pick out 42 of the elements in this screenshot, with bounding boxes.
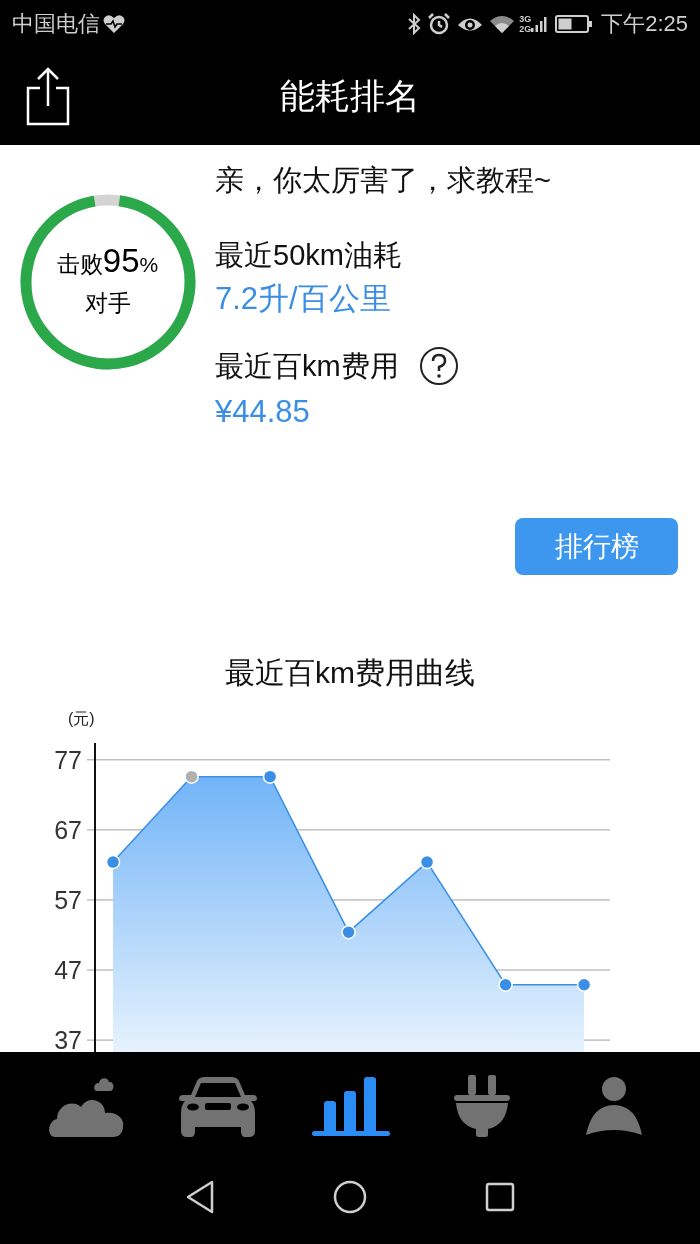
stat-value: 7.2升/百公里 (215, 280, 392, 318)
plug-icon (454, 1075, 510, 1137)
praise-text: 亲，你太厉害了，求教程~ (215, 163, 551, 198)
defeat-label: 击败 (56, 250, 103, 279)
network-label: 3G 2G (519, 13, 532, 34)
y-tick-label: 57 (54, 885, 82, 914)
y-tick-label: 47 (54, 956, 82, 984)
help-icon[interactable] (418, 346, 459, 386)
unit-label: (元) (68, 710, 95, 727)
battery-icon (555, 13, 594, 34)
data-point[interactable] (576, 977, 592, 992)
clock-time: 下午2:25 (601, 10, 688, 38)
y-tick-label: 37 (54, 1026, 82, 1052)
stat-label: 最近50km油耗 (215, 238, 402, 273)
stat-value: ¥44.85 (215, 393, 311, 431)
wifi-icon (489, 13, 516, 34)
percent-value: 95 (102, 244, 140, 277)
data-point[interactable] (105, 854, 121, 870)
chart-title: 最近百km费用曲线 (224, 655, 476, 691)
back-icon[interactable] (185, 1180, 215, 1214)
percent-sign: % (139, 253, 159, 278)
person-icon (586, 1075, 642, 1137)
data-point[interactable] (419, 854, 435, 870)
carrier-name: 中国电信 (12, 10, 100, 38)
opponents-label: 对手 (84, 288, 131, 318)
cloud-icon (47, 1075, 125, 1137)
share-button[interactable] (26, 65, 72, 127)
bar-chart-icon (310, 1075, 390, 1137)
alarm-icon (427, 11, 452, 36)
y-tick-label: 77 (54, 745, 82, 774)
data-point[interactable] (262, 769, 278, 784)
heart-pulse-icon (103, 13, 125, 34)
y-tick-label: 67 (54, 815, 82, 844)
bluetooth-icon (407, 12, 422, 35)
leaderboard-button[interactable]: 排行榜 (515, 518, 678, 575)
recents-icon[interactable] (485, 1182, 515, 1212)
data-point[interactable] (341, 924, 356, 940)
stat-label: 最近百km费用 (215, 349, 399, 384)
page-title: 能耗排名 (280, 74, 420, 117)
share-icon (26, 66, 70, 126)
car-icon (177, 1075, 259, 1137)
home-icon[interactable] (333, 1180, 367, 1214)
